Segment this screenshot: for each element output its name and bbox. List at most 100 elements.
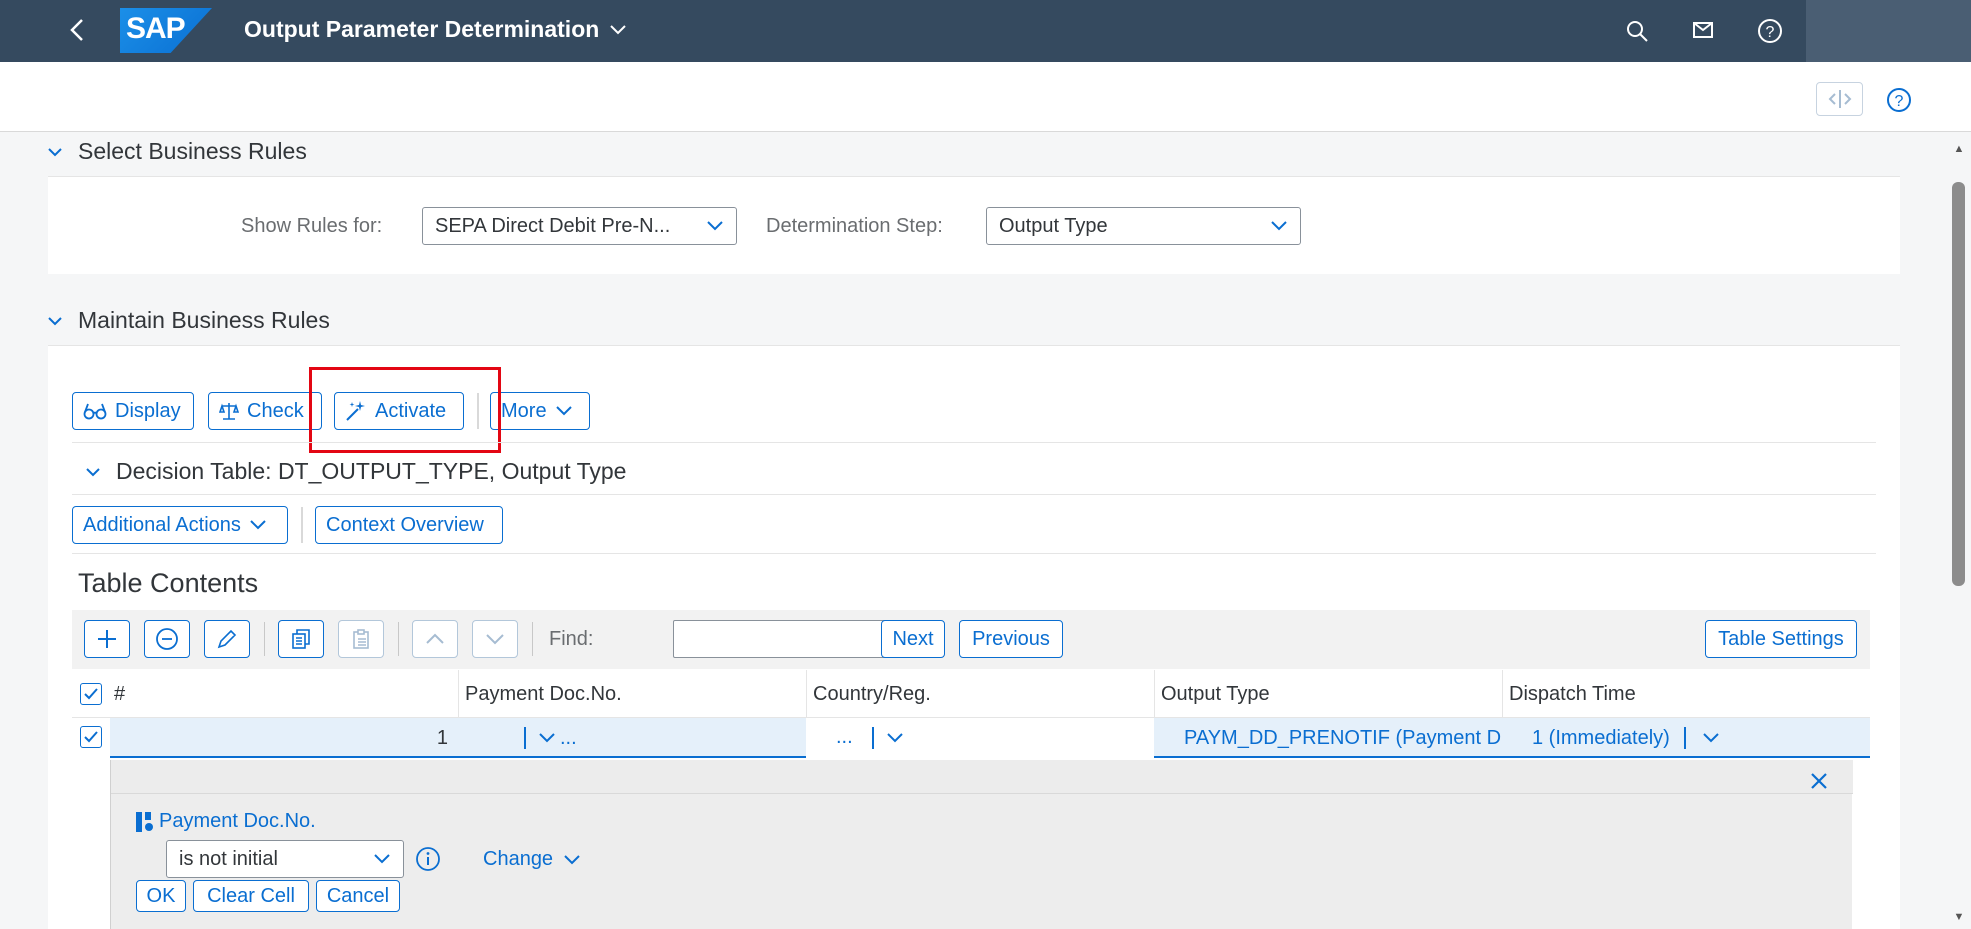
cell-separator xyxy=(524,727,526,749)
decision-table-header[interactable]: Decision Table: DT_OUTPUT_TYPE, Output T… xyxy=(86,458,626,485)
row-checkbox[interactable] xyxy=(80,726,102,748)
chevron-down-icon xyxy=(86,467,100,476)
next-label: Next xyxy=(892,627,934,650)
chevron-up-icon xyxy=(426,633,444,644)
edit-button[interactable] xyxy=(204,620,250,658)
operator-value: is not initial xyxy=(179,847,278,870)
chevron-down-icon xyxy=(707,221,723,231)
info-icon[interactable] xyxy=(415,846,441,872)
dispatch-time-value[interactable]: 1 (Immediately) xyxy=(1532,727,1670,750)
select-rules-panel: Show Rules for: SEPA Direct Debit Pre-N.… xyxy=(48,176,1900,274)
display-button[interactable]: Display xyxy=(72,392,194,430)
row-number: 1 xyxy=(436,726,448,749)
shell-bar: SAP Output Parameter Determination ? xyxy=(0,0,1971,62)
cell-separator xyxy=(872,727,874,749)
move-up-button[interactable] xyxy=(412,620,458,658)
display-label: Display xyxy=(115,399,181,422)
highlight-box xyxy=(309,367,501,453)
clear-cell-button[interactable]: Clear Cell xyxy=(193,880,309,912)
vertical-scrollbar[interactable]: ▲ ▼ xyxy=(1948,138,1971,929)
table-contents-title: Table Contents xyxy=(78,568,259,598)
back-icon[interactable] xyxy=(62,15,92,45)
change-menu[interactable]: Change xyxy=(483,848,581,871)
paste-button[interactable] xyxy=(338,620,384,658)
column-header-payment-doc[interactable]: Payment Doc.No. xyxy=(458,670,806,718)
notifications-icon[interactable] xyxy=(1688,16,1718,46)
country-value[interactable]: ... xyxy=(836,726,853,749)
column-header-dispatch-time[interactable]: Dispatch Time xyxy=(1502,670,1852,718)
cancel-button[interactable]: Cancel xyxy=(316,880,400,912)
plus-icon xyxy=(98,630,116,648)
output-type-cell[interactable]: PAYM_DD_PRENOTIF (Payment D xyxy=(1184,718,1502,758)
determination-step-select[interactable]: Output Type xyxy=(986,207,1301,245)
find-label: Find: xyxy=(549,628,594,650)
divider xyxy=(72,494,1876,495)
svg-text:?: ? xyxy=(1766,24,1775,41)
context-overview-label: Context Overview xyxy=(326,513,484,536)
divider xyxy=(72,553,1876,554)
more-button[interactable]: More xyxy=(490,392,590,430)
svg-text:?: ? xyxy=(1895,93,1904,110)
next-button[interactable]: Next xyxy=(881,620,945,658)
help-icon[interactable]: ? xyxy=(1755,16,1785,46)
payment-doc-value[interactable]: ... xyxy=(560,727,577,750)
payment-doc-cell[interactable]: ... xyxy=(460,718,800,758)
previous-button[interactable]: Previous xyxy=(959,620,1063,658)
copy-button[interactable] xyxy=(278,620,324,658)
change-label: Change xyxy=(483,848,554,870)
app-title-menu[interactable]: Output Parameter Determination xyxy=(244,16,627,43)
table-settings-button[interactable]: Table Settings xyxy=(1705,620,1857,658)
glasses-icon xyxy=(83,403,107,420)
show-rules-value: SEPA Direct Debit Pre-N... xyxy=(435,214,671,237)
grid-header: # Payment Doc.No. Country/Reg. Output Ty… xyxy=(72,670,1870,718)
determination-step-label: Determination Step: xyxy=(766,215,943,237)
chevron-down-icon[interactable] xyxy=(886,732,904,744)
column-header-number[interactable]: # xyxy=(108,670,462,718)
scrollbar-thumb[interactable] xyxy=(1952,182,1965,586)
add-row-button[interactable] xyxy=(84,620,130,658)
sap-logo[interactable]: SAP xyxy=(120,8,212,53)
scroll-down-icon[interactable]: ▼ xyxy=(1952,910,1966,924)
toolbar-separator xyxy=(264,622,265,656)
chevron-down-icon xyxy=(250,520,266,530)
additional-actions-button[interactable]: Additional Actions xyxy=(72,506,288,544)
column-header-country[interactable]: Country/Reg. xyxy=(806,670,1154,718)
avatar[interactable] xyxy=(1806,0,1971,62)
country-cell[interactable] xyxy=(806,718,1154,758)
split-view-icon[interactable] xyxy=(1816,82,1863,116)
pencil-icon xyxy=(217,629,237,649)
chevron-down-icon xyxy=(1271,221,1287,231)
toolbar-separator xyxy=(301,507,303,543)
check-button[interactable]: Check xyxy=(208,392,322,430)
select-all-checkbox[interactable] xyxy=(80,683,102,705)
ok-button[interactable]: OK xyxy=(136,880,186,912)
chevron-down-icon[interactable] xyxy=(1702,732,1720,744)
close-icon[interactable] xyxy=(1810,772,1828,790)
context-overview-button[interactable]: Context Overview xyxy=(315,506,503,544)
chevron-down-icon[interactable] xyxy=(538,732,556,744)
checkmark-icon xyxy=(84,688,98,700)
section-title: Maintain Business Rules xyxy=(78,307,330,333)
cell-editor-field-label[interactable]: Payment Doc.No. xyxy=(159,810,316,833)
checkmark-icon xyxy=(84,731,98,743)
chevron-down-icon xyxy=(486,634,504,645)
move-down-button[interactable] xyxy=(472,620,518,658)
table-settings-label: Table Settings xyxy=(1718,627,1844,650)
check-label: Check xyxy=(247,399,304,422)
table-row[interactable]: 1 ... ... PAYM_DD_PRENOTIF (Payment D 1 … xyxy=(72,718,1870,758)
page-help-icon[interactable]: ? xyxy=(1884,85,1914,115)
chevron-down-icon xyxy=(48,147,62,156)
remove-row-button[interactable] xyxy=(144,620,190,658)
section-select-business-rules[interactable]: Select Business Rules xyxy=(48,138,307,165)
column-header-output-type[interactable]: Output Type xyxy=(1154,670,1502,718)
output-type-value[interactable]: PAYM_DD_PRENOTIF (Payment D xyxy=(1184,727,1501,750)
operator-select[interactable]: is not initial xyxy=(166,840,404,878)
scroll-up-icon[interactable]: ▲ xyxy=(1952,142,1966,156)
cell-editor-field: Payment Doc.No. xyxy=(135,810,316,833)
dispatch-time-cell[interactable]: 1 (Immediately) xyxy=(1532,718,1852,758)
show-rules-select[interactable]: SEPA Direct Debit Pre-N... xyxy=(422,207,737,245)
determination-step-value: Output Type xyxy=(999,214,1108,237)
search-icon[interactable] xyxy=(1622,16,1652,46)
balance-icon xyxy=(219,403,239,420)
section-maintain-business-rules[interactable]: Maintain Business Rules xyxy=(48,307,330,334)
